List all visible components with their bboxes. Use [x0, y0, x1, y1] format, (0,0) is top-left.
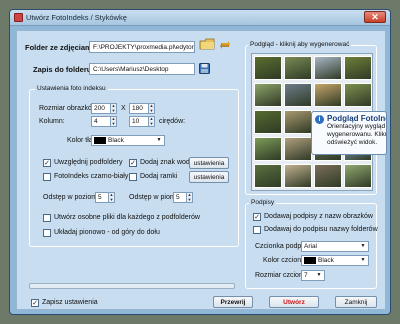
size-separator: X [121, 105, 126, 112]
caption-size-value: 7 [304, 272, 308, 279]
gap-value: 10 [132, 118, 140, 125]
info-icon: i [315, 115, 324, 124]
caption-size-select[interactable]: 7 ▼ [301, 270, 325, 281]
dialog-client-area: Folder ze zdjęciami: F:\PROJEKTY\proxmed… [16, 30, 387, 310]
preview-group-title: Podgląd - kliknij aby wygenerować [248, 41, 352, 48]
tooltip-line-2: wygenerowanu. Kliknij [327, 131, 387, 138]
vertical-layout-checkbox[interactable] [43, 229, 51, 237]
preview-thumbnail [254, 83, 282, 107]
separate-files-checkbox[interactable] [43, 214, 51, 222]
browse-source-folder-icon[interactable] [199, 38, 215, 50]
preview-thumbnail [314, 83, 342, 107]
preview-thumbnail [284, 164, 312, 188]
main-window: Utwórz FotoIndeks / Stykówkę ✕ Folder ze… [9, 9, 391, 315]
chevron-down-icon: ▼ [316, 272, 322, 278]
image-height-stepper[interactable]: 180 ▲ ▼ [129, 103, 155, 114]
columns-stepper[interactable]: 4 ▲ ▼ [91, 116, 117, 127]
preview-thumbnail [314, 164, 342, 188]
preview-thumbnail [254, 110, 282, 134]
chevron-down-icon: ▼ [360, 243, 366, 249]
preview-thumbnail [344, 164, 372, 188]
window-title: Utwórz FotoIndeks / Stykówkę [26, 13, 127, 22]
chevron-down-icon: ▼ [156, 137, 162, 143]
source-folder-label: Folder ze zdjęciami: [25, 43, 97, 52]
vertical-gap-stepper[interactable]: 5 ▲ ▼ [173, 192, 193, 203]
reset-button[interactable]: Przewrij [213, 296, 253, 308]
create-button[interactable]: Utwórz [269, 296, 319, 308]
stepper-arrows-icon[interactable]: ▲ ▼ [186, 192, 192, 202]
tooltip-title: Podgląd FotoIndeks [327, 114, 386, 123]
frames-settings-button[interactable]: ustawienia [189, 171, 229, 183]
image-height-value: 180 [132, 105, 143, 112]
title-bar[interactable]: Utwórz FotoIndeks / Stykówkę ✕ [10, 10, 390, 26]
preview-thumbnail [344, 56, 372, 80]
stepper-arrows-icon[interactable]: ▲ ▼ [110, 103, 116, 113]
stepper-arrows-icon[interactable]: ▲ ▼ [110, 116, 116, 126]
color-swatch [94, 136, 106, 144]
chevron-down-icon: ▼ [360, 257, 366, 263]
target-folder-label: Zapis do folderu: [33, 65, 94, 74]
color-swatch [304, 256, 316, 264]
caption-names-label: Dodawaj podpisy z nazw obrazków [264, 213, 373, 220]
progress-bar [29, 283, 235, 289]
stepper-arrows-icon[interactable]: ▲ ▼ [108, 192, 114, 202]
columns-label: Kolumn: [39, 118, 65, 125]
horizontal-gap-stepper[interactable]: 5 ▲ ▼ [95, 192, 115, 203]
save-settings-checkbox[interactable]: ✓ [31, 299, 39, 307]
horizontal-gap-value: 5 [98, 194, 102, 201]
caption-color-value: Black [318, 257, 334, 264]
watermark-checkbox[interactable]: ✓ [129, 159, 137, 167]
black-white-label: FotoIndeks czarno-biały [54, 173, 129, 180]
caption-folders-checkbox[interactable] [253, 226, 261, 234]
caption-font-value: Arial [304, 243, 318, 250]
background-color-select[interactable]: Black ▼ [91, 135, 165, 146]
tooltip-line-1: Orientacyjny wygląd Fo [327, 123, 386, 130]
captions-group-title: Podpisy [249, 199, 277, 206]
frames-label: Dodaj ramki [140, 173, 178, 180]
caption-font-select[interactable]: Arial ▼ [301, 241, 369, 252]
preview-thumbnail [254, 56, 282, 80]
save-folder-icon[interactable] [199, 63, 210, 74]
black-white-checkbox[interactable] [43, 173, 51, 181]
preview-tooltip: i Podgląd FotoIndeks Orientacyjny wygląd… [311, 111, 387, 155]
target-folder-input[interactable]: C:\Users\Mariusz\Desktop [89, 63, 195, 75]
gap-stepper[interactable]: 10 ▲ ▼ [129, 116, 155, 127]
preview-thumbnail [284, 56, 312, 80]
settings-group-title: Ustawienia foto indeksu [35, 85, 108, 92]
stepper-arrows-icon[interactable]: ▲ ▼ [148, 116, 154, 126]
preview-thumbnail [284, 137, 312, 161]
background-color-value: Black [108, 137, 124, 144]
watermark-settings-button[interactable]: ustawienia [189, 157, 229, 169]
app-icon [14, 13, 23, 22]
close-button[interactable]: Zamknij [335, 296, 377, 308]
columns-value: 4 [94, 118, 98, 125]
frames-checkbox[interactable] [129, 173, 137, 181]
close-window-button[interactable]: ✕ [364, 11, 386, 23]
image-width-stepper[interactable]: 200 ▲ ▼ [91, 103, 117, 114]
include-subfolders-checkbox[interactable]: ✓ [43, 159, 51, 167]
stepper-arrows-icon[interactable]: ▲ ▼ [148, 103, 154, 113]
preview-thumbnail [284, 83, 312, 107]
vertical-layout-label: Układaj pionowo - od góry do dołu [54, 229, 160, 236]
caption-names-checkbox[interactable]: ✓ [253, 213, 261, 221]
separate-files-label: Utwórz osobne pliki dla każdego z podfol… [54, 214, 200, 221]
tooltip-line-3: odświeżyć widok. [327, 139, 378, 146]
preview-thumbnail [284, 110, 312, 134]
gap-label: cirędów: [159, 118, 186, 125]
preview-thumbnail [254, 137, 282, 161]
preview-thumbnail [344, 83, 372, 107]
save-settings-label: Zapisz ustawienia [42, 299, 98, 306]
image-width-value: 200 [94, 105, 105, 112]
caption-folders-label: Dodawaj do podpisu nazwy folderów [264, 226, 378, 233]
image-size-label: Rozmiar obrazków: [39, 105, 99, 112]
preview-thumbnail [314, 56, 342, 80]
preview-thumbnail [254, 164, 282, 188]
include-subfolders-label: Uwzględnij podfoldery [54, 159, 123, 166]
refresh-icon[interactable] [219, 40, 231, 50]
caption-color-select[interactable]: Black ▼ [301, 255, 369, 266]
vertical-gap-value: 5 [176, 194, 180, 201]
source-folder-input[interactable]: F:\PROJEKTY\proxmedia.pl\edytor_zdjec\ [89, 41, 195, 53]
